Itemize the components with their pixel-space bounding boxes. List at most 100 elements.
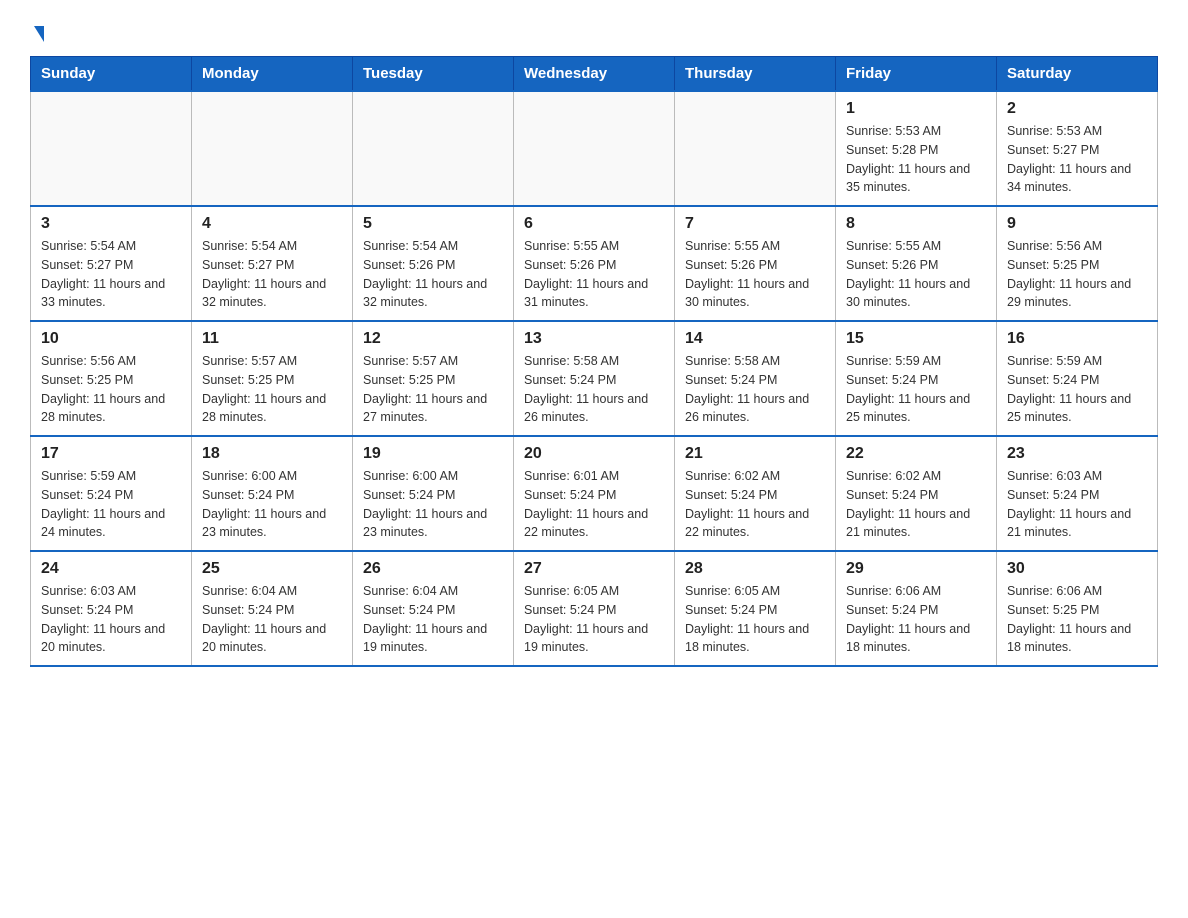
day-number: 7 (685, 215, 825, 233)
calendar-week-1: 1 Sunrise: 5:53 AM Sunset: 5:28 PM Daylig… (31, 91, 1158, 206)
calendar-week-2: 3 Sunrise: 5:54 AM Sunset: 5:27 PM Daylig… (31, 206, 1158, 321)
calendar-cell: 26 Sunrise: 6:04 AM Sunset: 5:24 PM Dayli… (353, 551, 514, 666)
calendar-cell (192, 91, 353, 206)
calendar-cell: 4 Sunrise: 5:54 AM Sunset: 5:27 PM Daylig… (192, 206, 353, 321)
day-number: 15 (846, 330, 986, 348)
day-info: Sunrise: 5:59 AM Sunset: 5:24 PM Dayligh… (41, 467, 181, 542)
calendar-cell (675, 91, 836, 206)
day-info: Sunrise: 6:05 AM Sunset: 5:24 PM Dayligh… (524, 582, 664, 657)
day-number: 2 (1007, 100, 1147, 118)
day-number: 6 (524, 215, 664, 233)
calendar-cell: 7 Sunrise: 5:55 AM Sunset: 5:26 PM Daylig… (675, 206, 836, 321)
calendar-cell: 8Sunrise: 5:55 AM Sunset: 5:26 PM Daylig… (836, 206, 997, 321)
day-number: 13 (524, 330, 664, 348)
day-info: Sunrise: 5:53 AM Sunset: 5:27 PM Dayligh… (1007, 122, 1147, 197)
day-number: 19 (363, 445, 503, 463)
calendar-table: SundayMondayTuesdayWednesdayThursdayFrid… (30, 56, 1158, 667)
calendar-cell: 21 Sunrise: 6:02 AM Sunset: 5:24 PM Dayli… (675, 436, 836, 551)
day-number: 16 (1007, 330, 1147, 348)
calendar-cell: 6 Sunrise: 5:55 AM Sunset: 5:26 PM Daylig… (514, 206, 675, 321)
calendar-cell: 25 Sunrise: 6:04 AM Sunset: 5:24 PM Dayli… (192, 551, 353, 666)
day-info: Sunrise: 6:02 AM Sunset: 5:24 PM Dayligh… (685, 467, 825, 542)
day-info: Sunrise: 5:59 AM Sunset: 5:24 PM Dayligh… (846, 352, 986, 427)
calendar-cell (353, 91, 514, 206)
day-number: 23 (1007, 445, 1147, 463)
day-info: Sunrise: 5:59 AM Sunset: 5:24 PM Dayligh… (1007, 352, 1147, 427)
day-number: 26 (363, 560, 503, 578)
day-number: 12 (363, 330, 503, 348)
calendar-week-5: 24 Sunrise: 6:03 AM Sunset: 5:24 PM Dayli… (31, 551, 1158, 666)
day-info: Sunrise: 6:01 AM Sunset: 5:24 PM Dayligh… (524, 467, 664, 542)
calendar-cell: 13Sunrise: 5:58 AM Sunset: 5:24 PM Dayli… (514, 321, 675, 436)
calendar-cell: 28 Sunrise: 6:05 AM Sunset: 5:24 PM Dayli… (675, 551, 836, 666)
day-number: 11 (202, 330, 342, 348)
day-info: Sunrise: 5:55 AM Sunset: 5:26 PM Dayligh… (685, 237, 825, 312)
calendar-week-3: 10 Sunrise: 5:56 AM Sunset: 5:25 PM Dayli… (31, 321, 1158, 436)
column-header-thursday: Thursday (675, 57, 836, 92)
day-number: 20 (524, 445, 664, 463)
column-header-wednesday: Wednesday (514, 57, 675, 92)
logo (30, 20, 60, 36)
day-number: 5 (363, 215, 503, 233)
day-info: Sunrise: 5:57 AM Sunset: 5:25 PM Dayligh… (363, 352, 503, 427)
day-number: 9 (1007, 215, 1147, 233)
day-number: 4 (202, 215, 342, 233)
calendar-week-4: 17 Sunrise: 5:59 AM Sunset: 5:24 PM Dayli… (31, 436, 1158, 551)
day-info: Sunrise: 6:06 AM Sunset: 5:24 PM Dayligh… (846, 582, 986, 657)
day-number: 3 (41, 215, 181, 233)
day-number: 17 (41, 445, 181, 463)
day-info: Sunrise: 5:55 AM Sunset: 5:26 PM Dayligh… (524, 237, 664, 312)
day-info: Sunrise: 5:57 AM Sunset: 5:25 PM Dayligh… (202, 352, 342, 427)
calendar-cell: 24 Sunrise: 6:03 AM Sunset: 5:24 PM Dayli… (31, 551, 192, 666)
day-number: 25 (202, 560, 342, 578)
day-info: Sunrise: 6:03 AM Sunset: 5:24 PM Dayligh… (41, 582, 181, 657)
calendar-cell: 29 Sunrise: 6:06 AM Sunset: 5:24 PM Dayli… (836, 551, 997, 666)
day-number: 1 (846, 100, 986, 118)
day-info: Sunrise: 5:58 AM Sunset: 5:24 PM Dayligh… (685, 352, 825, 427)
day-number: 8 (846, 215, 986, 233)
day-info: Sunrise: 6:04 AM Sunset: 5:24 PM Dayligh… (202, 582, 342, 657)
calendar-cell: 20 Sunrise: 6:01 AM Sunset: 5:24 PM Dayli… (514, 436, 675, 551)
calendar-cell: 18 Sunrise: 6:00 AM Sunset: 5:24 PM Dayli… (192, 436, 353, 551)
day-info: Sunrise: 6:02 AM Sunset: 5:24 PM Dayligh… (846, 467, 986, 542)
day-number: 28 (685, 560, 825, 578)
day-info: Sunrise: 5:56 AM Sunset: 5:25 PM Dayligh… (41, 352, 181, 427)
calendar-cell: 1 Sunrise: 5:53 AM Sunset: 5:28 PM Daylig… (836, 91, 997, 206)
calendar-cell: 11 Sunrise: 5:57 AM Sunset: 5:25 PM Dayli… (192, 321, 353, 436)
day-info: Sunrise: 5:53 AM Sunset: 5:28 PM Dayligh… (846, 122, 986, 197)
calendar-cell: 27 Sunrise: 6:05 AM Sunset: 5:24 PM Dayli… (514, 551, 675, 666)
calendar-cell: 12 Sunrise: 5:57 AM Sunset: 5:25 PM Dayli… (353, 321, 514, 436)
day-number: 30 (1007, 560, 1147, 578)
calendar-cell (31, 91, 192, 206)
day-info: Sunrise: 6:00 AM Sunset: 5:24 PM Dayligh… (202, 467, 342, 542)
day-number: 24 (41, 560, 181, 578)
day-info: Sunrise: 6:05 AM Sunset: 5:24 PM Dayligh… (685, 582, 825, 657)
calendar-cell: 15 Sunrise: 5:59 AM Sunset: 5:24 PM Dayli… (836, 321, 997, 436)
day-info: Sunrise: 6:04 AM Sunset: 5:24 PM Dayligh… (363, 582, 503, 657)
day-number: 14 (685, 330, 825, 348)
column-header-monday: Monday (192, 57, 353, 92)
calendar-cell: 17 Sunrise: 5:59 AM Sunset: 5:24 PM Dayli… (31, 436, 192, 551)
calendar-cell: 2 Sunrise: 5:53 AM Sunset: 5:27 PM Daylig… (997, 91, 1158, 206)
day-info: Sunrise: 5:54 AM Sunset: 5:27 PM Dayligh… (41, 237, 181, 312)
day-number: 27 (524, 560, 664, 578)
day-number: 21 (685, 445, 825, 463)
calendar-header-row: SundayMondayTuesdayWednesdayThursdayFrid… (31, 57, 1158, 92)
column-header-saturday: Saturday (997, 57, 1158, 92)
day-number: 29 (846, 560, 986, 578)
calendar-cell: 19 Sunrise: 6:00 AM Sunset: 5:24 PM Dayli… (353, 436, 514, 551)
day-info: Sunrise: 5:54 AM Sunset: 5:27 PM Dayligh… (202, 237, 342, 312)
calendar-cell: 16 Sunrise: 5:59 AM Sunset: 5:24 PM Dayli… (997, 321, 1158, 436)
calendar-cell: 3 Sunrise: 5:54 AM Sunset: 5:27 PM Daylig… (31, 206, 192, 321)
calendar-cell (514, 91, 675, 206)
day-number: 10 (41, 330, 181, 348)
calendar-cell: 5 Sunrise: 5:54 AM Sunset: 5:26 PM Daylig… (353, 206, 514, 321)
day-number: 18 (202, 445, 342, 463)
day-info: Sunrise: 5:54 AM Sunset: 5:26 PM Dayligh… (363, 237, 503, 312)
calendar-cell: 22Sunrise: 6:02 AM Sunset: 5:24 PM Dayli… (836, 436, 997, 551)
logo-arrow-icon (34, 26, 44, 42)
day-info: Sunrise: 5:56 AM Sunset: 5:25 PM Dayligh… (1007, 237, 1147, 312)
day-info: Sunrise: 6:00 AM Sunset: 5:24 PM Dayligh… (363, 467, 503, 542)
calendar-cell: 23Sunrise: 6:03 AM Sunset: 5:24 PM Dayli… (997, 436, 1158, 551)
column-header-friday: Friday (836, 57, 997, 92)
